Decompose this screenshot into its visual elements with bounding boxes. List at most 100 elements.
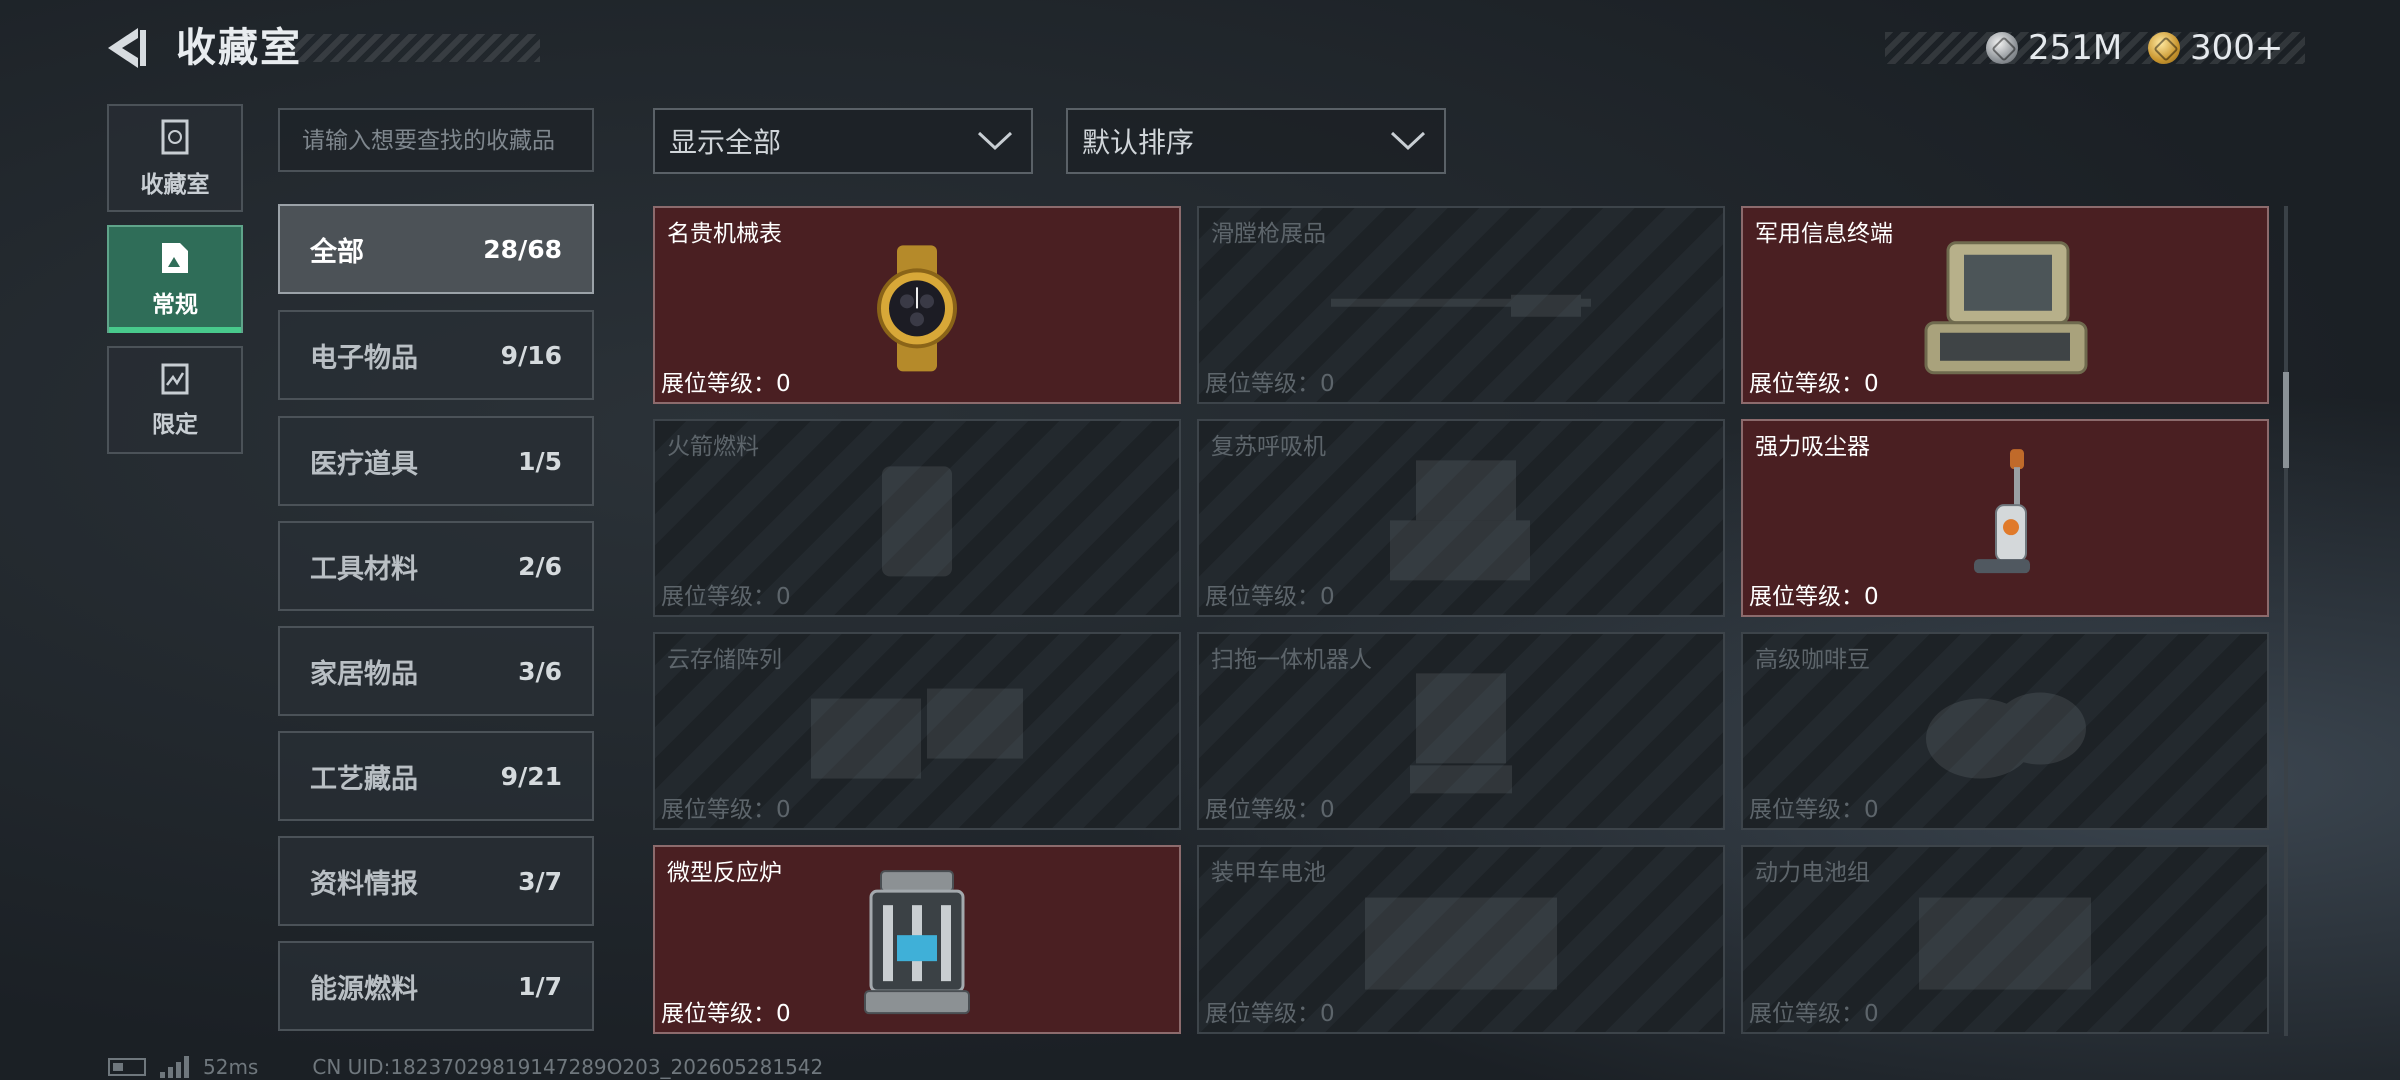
filter-dropdown[interactable]: 显示全部 [653,108,1033,174]
item-name: 复苏呼吸机 [1211,434,1326,460]
level-label: 展位等级： [1749,797,1864,823]
item-card[interactable]: 复苏呼吸机 展位等级：0 [1197,419,1725,617]
level-label: 展位等级： [1205,371,1320,397]
rail-label: 限定 [152,412,198,438]
grid-scrollbar-track[interactable] [2284,206,2288,1036]
category-name: 工艺藏品 [310,763,418,795]
category-count: 2/6 [518,551,562,581]
vacuum-cleaner-icon [1960,447,2050,601]
category-name: 资料情报 [310,868,418,900]
level-value: 0 [1320,584,1335,610]
rocket-fuel-icon [872,456,962,590]
silver-currency: 251M [1986,24,2122,72]
level-label: 展位等级： [661,1001,776,1027]
category-count: 28/68 [483,234,562,264]
level-value: 0 [776,584,791,610]
watch-icon [857,243,977,377]
item-card[interactable]: 扫拖一体机器人 展位等级：0 [1197,632,1725,830]
item-name: 高级咖啡豆 [1755,647,1870,673]
booth-level: 展位等级：0 [1749,790,1879,824]
back-arrow-icon [108,28,146,68]
level-label: 展位等级： [1749,1001,1864,1027]
booth-level: 展位等级：0 [1205,994,1335,1028]
uid-text: CN UID:18237029819147289O203_20260528154… [312,1055,824,1079]
item-card[interactable]: 强力吸尘器 展位等级：0 [1741,419,2269,617]
booth-level: 展位等级：0 [1205,364,1335,398]
booth-level: 展位等级：0 [1205,577,1335,611]
item-name: 微型反应炉 [667,860,782,886]
robot-vacuum-icon [1406,669,1516,803]
item-card[interactable]: 微型反应炉 展位等级：0 [653,845,1181,1034]
booth-level: 展位等级：0 [661,994,791,1028]
rail-tab-collection[interactable]: 收藏室 [107,104,243,212]
level-label: 展位等级： [661,584,776,610]
category-count: 3/7 [518,866,562,896]
booth-level: 展位等级：0 [661,790,791,824]
rail-tab-limited[interactable]: 限定 [107,346,243,454]
search-input[interactable] [278,108,594,172]
category-all[interactable]: 全部 28/68 [278,204,594,294]
category-name: 电子物品 [310,342,418,374]
item-name: 滑膛枪展品 [1211,221,1326,247]
item-card[interactable]: 云存储阵列 展位等级：0 [653,632,1181,830]
level-value: 0 [776,797,791,823]
silver-amount: 251M [2028,28,2123,68]
sort-dropdown[interactable]: 默认排序 [1066,108,1446,174]
item-card[interactable]: 军用信息终端 展位等级：0 [1741,206,2269,404]
category-intel[interactable]: 资料情报 3/7 [278,836,594,926]
booth-level: 展位等级：0 [661,364,791,398]
category-count: 9/16 [500,340,562,370]
level-value: 0 [1320,1001,1335,1027]
level-label: 展位等级： [661,797,776,823]
coffee-beans-icon [1920,679,2090,793]
category-electronics[interactable]: 电子物品 9/16 [278,310,594,400]
category-household[interactable]: 家居物品 3/6 [278,626,594,716]
level-label: 展位等级： [1205,584,1320,610]
item-card[interactable]: 装甲车电池 展位等级：0 [1197,845,1725,1034]
category-count: 1/7 [518,971,562,1001]
item-card[interactable]: 火箭燃料 展位等级：0 [653,419,1181,617]
regular-icon [162,243,188,273]
item-card[interactable]: 高级咖啡豆 展位等级：0 [1741,632,2269,830]
category-name: 能源燃料 [310,973,418,1005]
booth-level: 展位等级：0 [661,577,791,611]
category-medical[interactable]: 医疗道具 1/5 [278,416,594,506]
filter-selected: 显示全部 [669,126,782,159]
level-label: 展位等级： [1205,797,1320,823]
item-name: 装甲车电池 [1211,860,1326,886]
item-card[interactable]: 滑膛枪展品 展位等级：0 [1197,206,1725,404]
chevron-down-icon [977,131,1013,151]
level-value: 0 [776,1001,791,1027]
rail-label: 收藏室 [140,172,210,198]
item-name: 军用信息终端 [1755,221,1893,247]
item-name: 动力电池组 [1755,860,1870,886]
battery-icon [108,1058,146,1076]
gold-coin-icon [2148,32,2180,64]
category-energy[interactable]: 能源燃料 1/7 [278,941,594,1031]
ping-value: 52ms [203,1055,259,1079]
category-name: 医疗道具 [310,448,418,480]
limited-icon [161,363,189,395]
item-card[interactable]: 动力电池组 展位等级：0 [1741,845,2269,1034]
page-title: 收藏室 [176,25,302,71]
ventilator-icon [1386,456,1536,590]
rail-label: 常规 [152,292,198,318]
level-label: 展位等级： [1205,1001,1320,1027]
musket-icon [1331,285,1591,329]
active-tab-underline [109,327,241,333]
category-count: 9/21 [500,761,562,791]
booth-level: 展位等级：0 [1749,994,1879,1028]
status-bar: 52ms CN UID:18237029819147289O203_202605… [108,1054,823,1080]
level-value: 0 [1864,797,1879,823]
level-label: 展位等级： [1749,584,1864,610]
category-crafts[interactable]: 工艺藏品 9/21 [278,731,594,821]
category-name: 工具材料 [310,553,418,585]
rail-tab-regular[interactable]: 常规 [107,225,243,333]
level-label: 展位等级： [1749,371,1864,397]
item-name: 名贵机械表 [667,221,782,247]
collection-icon [161,119,189,155]
category-tools[interactable]: 工具材料 2/6 [278,521,594,611]
back-button[interactable] [100,22,152,74]
item-card[interactable]: 名贵机械表 展位等级：0 [653,206,1181,404]
grid-scrollbar-thumb[interactable] [2283,372,2289,468]
